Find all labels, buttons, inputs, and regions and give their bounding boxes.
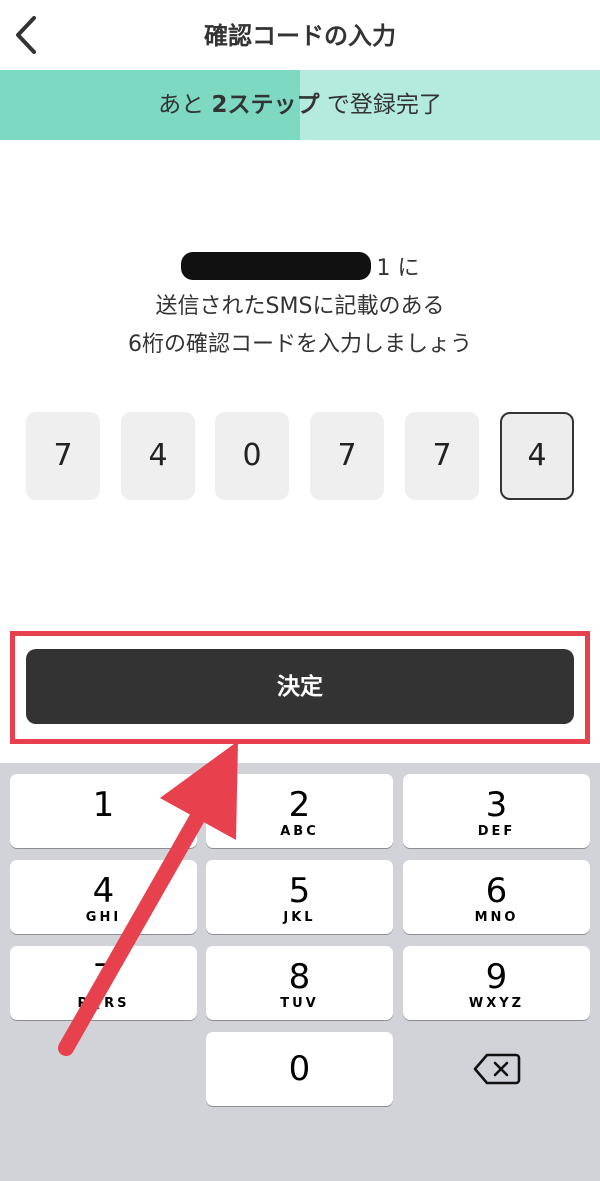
- phone-line-suffix: 1 に: [376, 256, 420, 281]
- code-digit-1[interactable]: 7: [26, 412, 100, 500]
- key-letters: MNO: [474, 910, 519, 925]
- key-number: 9: [485, 957, 508, 997]
- key-number: 1: [92, 785, 115, 825]
- code-input-row[interactable]: 7 4 0 7 7 4: [26, 412, 574, 502]
- progress-prefix: あと: [158, 92, 205, 118]
- code-digit-4[interactable]: 7: [310, 412, 384, 500]
- confirm-button[interactable]: 決定: [26, 649, 574, 724]
- progress-banner: あと 2ステップ で登録完了: [0, 70, 600, 140]
- key-2[interactable]: 2 ABC: [206, 774, 393, 848]
- key-letters: DEF: [477, 824, 516, 839]
- backspace-icon: [473, 1053, 520, 1085]
- progress-text: あと 2ステップ で登録完了: [0, 70, 600, 140]
- key-4[interactable]: 4 GHI: [10, 860, 197, 934]
- code-digit-5[interactable]: 7: [405, 412, 479, 500]
- code-digit-2[interactable]: 4: [121, 412, 195, 500]
- key-letters: JKL: [283, 910, 316, 925]
- code-digit-6[interactable]: 4: [500, 412, 574, 500]
- key-letters: WXYZ: [468, 996, 525, 1011]
- instruction-line-3: 6桁の確認コードを入力しましょう: [128, 332, 472, 357]
- key-number: 3: [485, 785, 508, 825]
- key-5[interactable]: 5 JKL: [206, 860, 393, 934]
- key-6[interactable]: 6 MNO: [403, 860, 590, 934]
- key-letters: ABC: [280, 824, 319, 839]
- key-0[interactable]: 0: [206, 1032, 393, 1106]
- key-number: 5: [288, 871, 311, 911]
- key-7[interactable]: 7 PQRS: [10, 946, 197, 1020]
- progress-suffix: で登録完了: [326, 92, 442, 118]
- numeric-keypad: 1 2 ABC 3 DEF 4 GHI 5 JKL 6 MNO 7 PQRS 8…: [0, 763, 600, 1181]
- phone-line: 1 に: [0, 250, 600, 288]
- key-1[interactable]: 1: [10, 774, 197, 848]
- key-letters: GHI: [85, 910, 122, 925]
- key-number: 8: [288, 957, 311, 997]
- key-9[interactable]: 9 WXYZ: [403, 946, 590, 1020]
- instruction-line-2: 送信されたSMSに記載のある: [155, 294, 445, 319]
- key-3[interactable]: 3 DEF: [403, 774, 590, 848]
- key-number: 7: [92, 957, 115, 997]
- key-8[interactable]: 8 TUV: [206, 946, 393, 1020]
- instruction-text: 1 に 送信されたSMSに記載のある 6桁の確認コードを入力しましょう: [0, 250, 600, 364]
- key-number: 4: [92, 871, 115, 911]
- key-number: 2: [288, 785, 311, 825]
- key-number: 6: [485, 871, 508, 911]
- code-digit-3[interactable]: 0: [215, 412, 289, 500]
- key-letters: TUV: [280, 996, 319, 1011]
- page-title: 確認コードの入力: [204, 22, 396, 50]
- key-letters: PQRS: [77, 996, 130, 1011]
- progress-steps: 2ステップ: [211, 92, 320, 118]
- header-bar: 確認コードの入力: [0, 0, 600, 70]
- delete-key[interactable]: [403, 1032, 590, 1106]
- key-number: 0: [288, 1049, 311, 1089]
- redacted-phone-number: [180, 252, 371, 280]
